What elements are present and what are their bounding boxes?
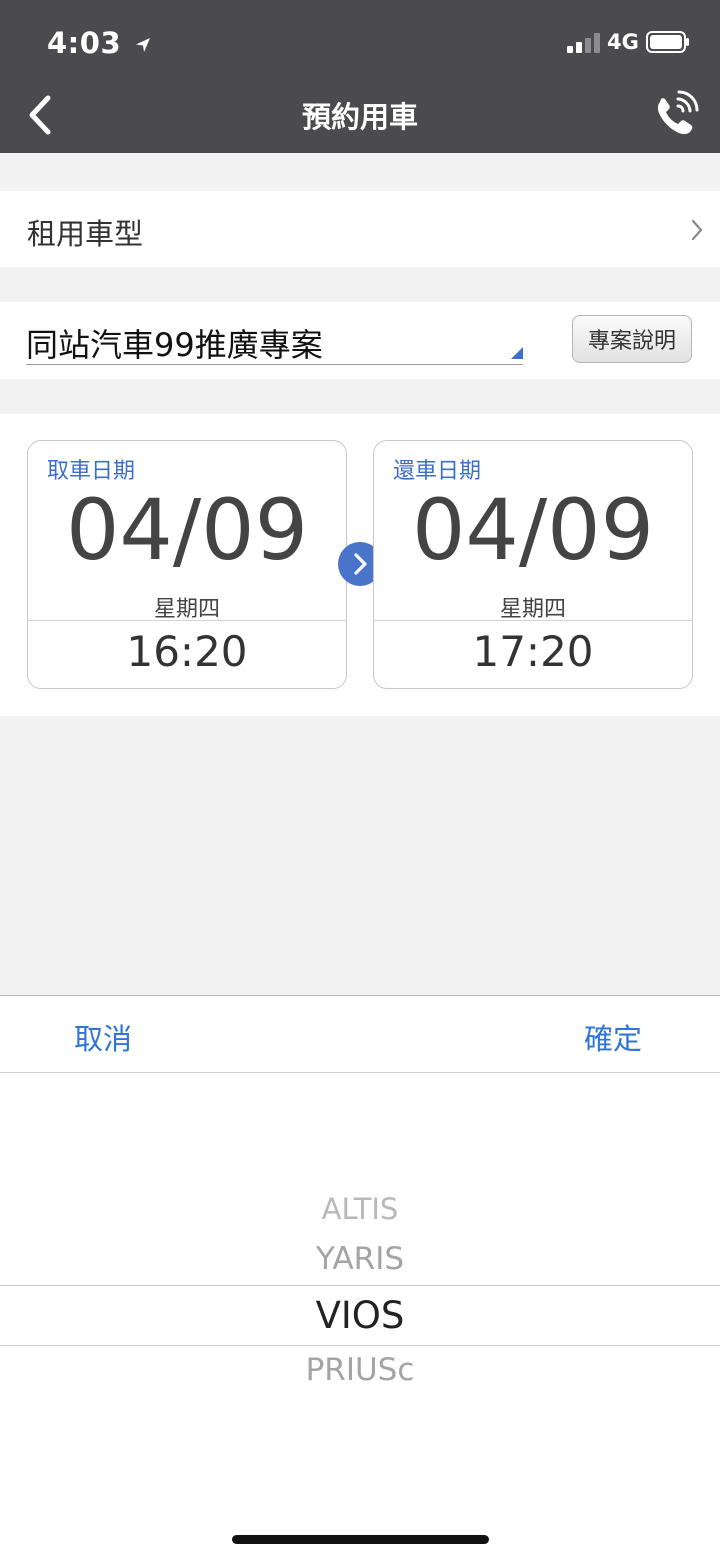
picker-option[interactable]: PRIUSc (0, 1352, 720, 1388)
dropdown-corner-icon (511, 347, 523, 359)
network-type: 4G (607, 30, 639, 54)
status-time-text: 4:03 (47, 26, 122, 60)
card-divider (28, 620, 346, 621)
return-time[interactable]: 17:20 (374, 627, 692, 676)
selection-indicator-top (0, 1285, 720, 1286)
page-title: 預約用車 (301, 100, 418, 134)
home-indicator[interactable] (232, 1535, 489, 1544)
return-date: 04/09 (411, 481, 655, 579)
plan-select[interactable]: 同站汽車99推廣專案 (26, 318, 523, 365)
pickup-weekday: 星期四 (153, 597, 220, 622)
pickup-date-card[interactable]: 取車日期 04/09 星期四 16:20 (27, 440, 347, 689)
picker-option[interactable]: ALTIS (0, 1192, 720, 1226)
pickup-time[interactable]: 16:20 (28, 627, 346, 676)
confirm-button[interactable]: 確定 (584, 1016, 642, 1058)
location-arrow-icon (135, 38, 150, 52)
call-button[interactable] (650, 90, 702, 140)
top-bar: 4:03 4G 預約用車 (0, 0, 720, 153)
card-divider (374, 620, 692, 621)
status-time: 4:03 (47, 26, 152, 60)
battery-icon (646, 31, 689, 53)
car-type-row[interactable]: 租用車型 (0, 191, 720, 267)
picker-option[interactable]: YARIS (0, 1241, 720, 1277)
car-type-label: 租用車型 (27, 217, 144, 251)
signal-icon (567, 33, 600, 53)
car-model-picker[interactable]: 取消 確定 ALTIS YARIS VIOS PRIUSc (0, 995, 720, 1559)
picker-toolbar: 取消 確定 (0, 996, 720, 1073)
cancel-button[interactable]: 取消 (74, 1016, 132, 1058)
plan-selected-value: 同站汽車99推廣專案 (26, 326, 323, 364)
phone-icon (657, 90, 699, 135)
return-weekday: 星期四 (499, 597, 566, 622)
pickup-date: 04/09 (65, 481, 309, 579)
chevron-right-icon (691, 219, 703, 241)
return-date-card[interactable]: 還車日期 04/09 星期四 17:20 (373, 440, 693, 689)
plan-info-button[interactable]: 專案說明 (572, 315, 692, 363)
picker-option-selected[interactable]: VIOS (0, 1294, 720, 1337)
selection-indicator-bottom (0, 1345, 720, 1346)
